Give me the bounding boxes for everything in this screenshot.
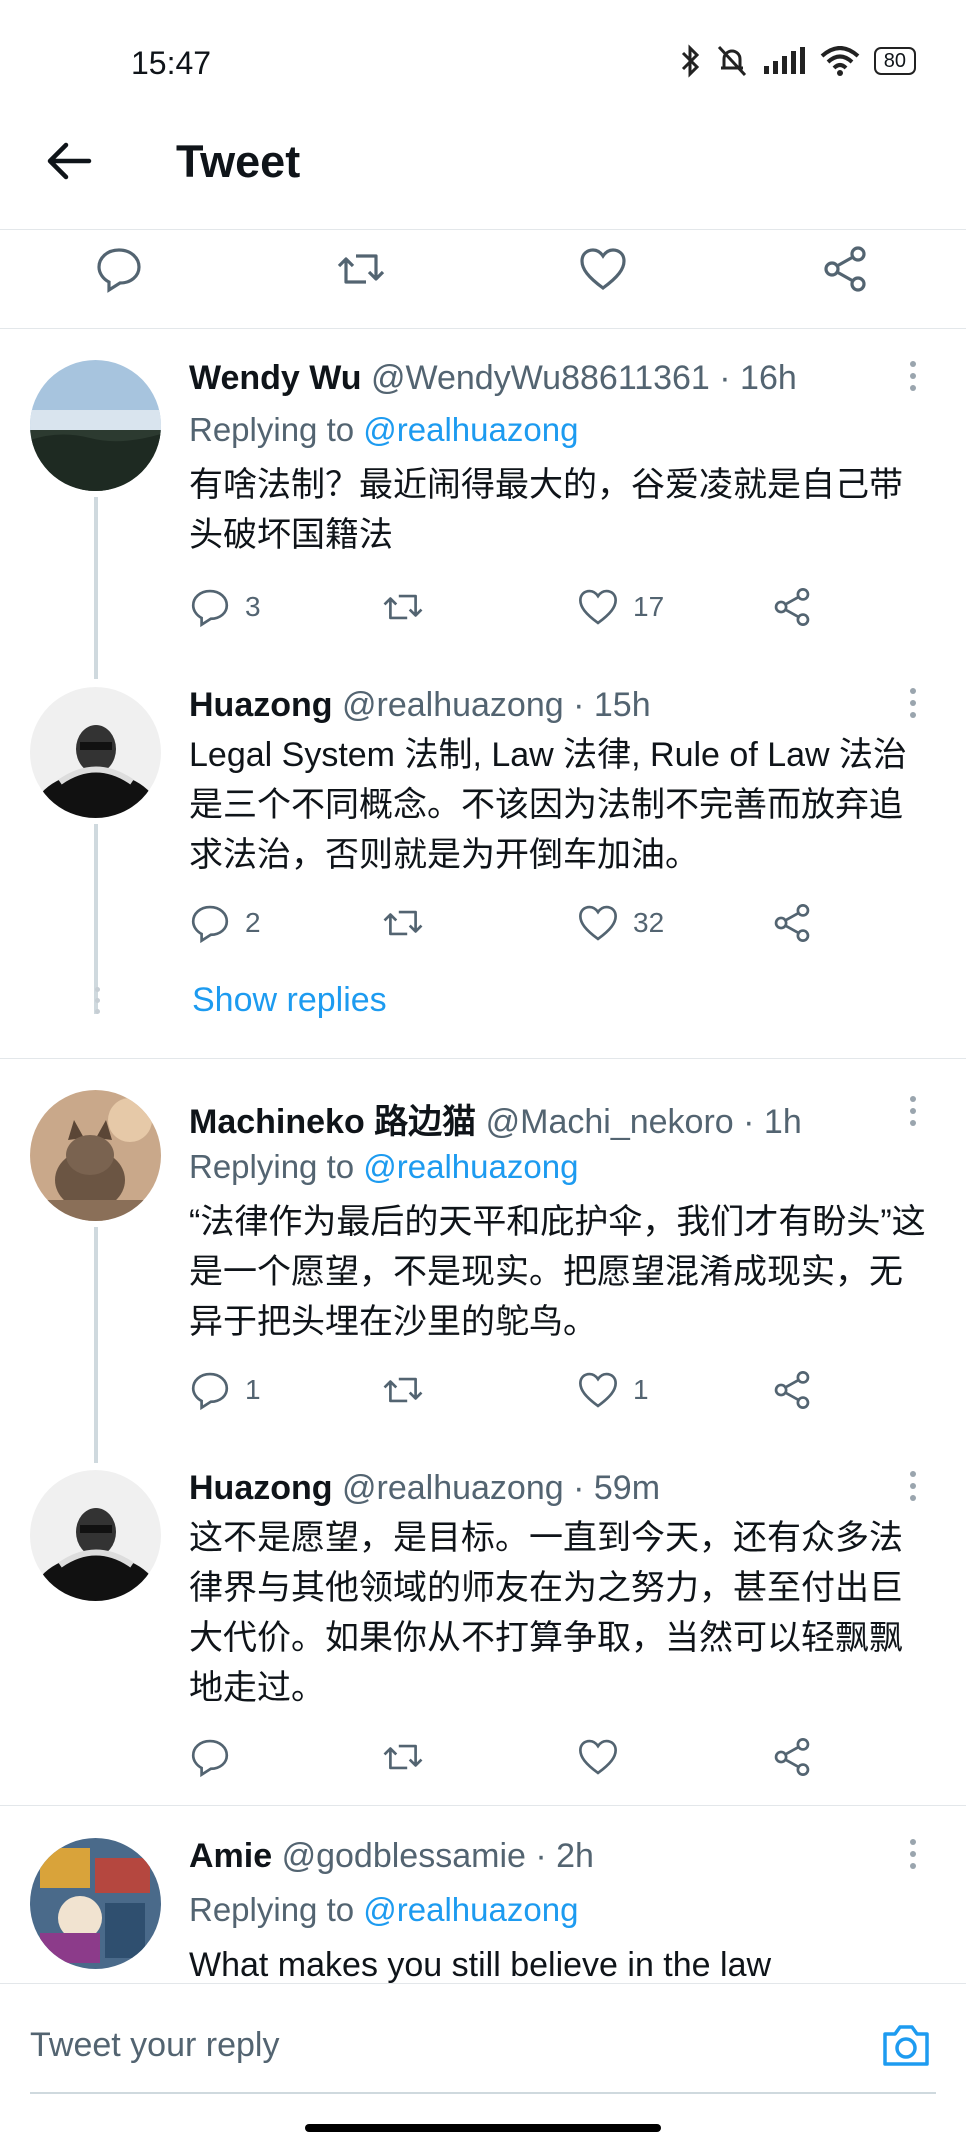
replying-to: Replying to @realhuazong [189,411,579,448]
composer-underline [30,2092,936,2094]
mention-link[interactable]: @realhuazong [363,1148,578,1185]
share-icon [774,904,810,942]
handle-time[interactable]: @godblessamie · 2h [282,1837,594,1875]
avatar[interactable] [30,1090,161,1221]
avatar[interactable] [30,1470,161,1601]
avatar[interactable] [30,687,161,818]
reply-icon [191,1739,229,1778]
mention-link[interactable]: @realhuazong [363,411,578,448]
like-icon [579,1739,617,1775]
status-icons: 80 [680,44,916,78]
like-icon [579,1372,617,1408]
tweet-header: Machineko 路边猫 @Machi_nekoro · 1h [189,1094,802,1143]
tweet-header: Huazong @realhuazong · 59m [189,1469,660,1508]
like-button[interactable]: 32 [577,902,664,944]
like-icon [579,589,617,625]
handle-time[interactable]: @realhuazong · 15h [342,686,651,724]
share-button[interactable] [771,902,813,944]
retweet-icon [383,594,423,620]
mention-link[interactable]: @realhuazong [363,1891,578,1928]
retweet-button[interactable] [382,902,438,944]
thread-continuation-dots [93,987,101,1020]
display-name[interactable]: Amie [189,1837,272,1875]
display-name[interactable]: Wendy Wu [189,359,362,397]
retweet-button[interactable] [382,1369,438,1411]
handle-time[interactable]: @Machi_nekoro · 1h [486,1103,802,1141]
retweet-button[interactable] [382,1736,438,1778]
home-indicator[interactable] [305,2124,661,2132]
thread-line [94,1227,98,1463]
reply-button[interactable]: 3 [189,586,261,628]
retweet-icon [383,1744,423,1770]
share-icon[interactable] [820,244,870,294]
handle-time[interactable]: @realhuazong · 59m [342,1469,660,1507]
thread-line [94,824,98,1014]
share-icon [774,1738,810,1776]
tweet-divider [0,1805,966,1806]
action-bar-divider [0,328,966,329]
retweet-icon [383,1377,423,1403]
tweet-header: Wendy Wu @WendyWu88611361 · 16h [189,359,797,398]
more-options-icon[interactable] [908,1096,918,1132]
share-button[interactable] [771,1369,813,1411]
avatar[interactable] [30,360,161,491]
header-divider [0,229,966,230]
camera-icon[interactable] [879,2018,933,2072]
reply-icon [191,589,229,628]
share-icon [774,1371,810,1409]
more-options-icon[interactable] [908,1471,918,1507]
share-button[interactable] [771,586,813,628]
reply-count: 3 [245,591,261,622]
display-name[interactable]: Machineko 路边猫 [189,1103,476,1141]
reply-count: 2 [245,907,261,938]
tweet-text: 有啥法制？最近闹得最大的，谷爱凌就是自己带头破坏国籍法 [189,466,903,554]
like-icon[interactable] [578,244,628,294]
tweet-header: Huazong @realhuazong · 15h [189,686,651,725]
signal-icon [763,47,805,74]
wifi-icon [820,46,860,76]
tweet-text: Legal System 法制, Law 法律, Rule of Law 法治 … [189,736,908,874]
reply-button[interactable]: 2 [189,902,261,944]
bell-muted-icon [717,45,746,77]
like-icon [579,905,617,941]
reply-input[interactable]: Tweet your reply [30,2026,279,2065]
status-time: 15:47 [131,45,212,81]
more-options-icon[interactable] [908,361,918,397]
reply-icon [191,1372,229,1411]
share-icon [774,588,810,626]
display-name[interactable]: Huazong [189,686,333,724]
tweet-text: “法律作为最后的天平和庇护伞，我们才有盼头”这是一个愿望，不是现实。把愿望混淆成… [189,1203,926,1341]
retweet-button[interactable] [382,586,438,628]
like-count: 32 [633,907,665,938]
tweet-header: Amie @godblessamie · 2h [189,1837,594,1876]
reply-button[interactable]: 1 [189,1369,261,1411]
replying-to: Replying to @realhuazong [189,1148,579,1185]
tweet-divider [0,1058,966,1059]
retweet-icon [383,910,423,936]
reply-icon[interactable] [94,244,144,294]
share-button[interactable] [771,1736,813,1778]
like-button[interactable]: 1 [577,1369,649,1411]
like-button[interactable] [577,1736,633,1778]
like-button[interactable]: 17 [577,586,664,628]
display-name[interactable]: Huazong [189,1469,333,1507]
tweet-text: 这不是愿望，是目标。一直到今天，还有众多法律界与其他领域的师友在为之努力，甚至付… [189,1519,903,1707]
back-arrow-icon[interactable] [44,136,94,186]
reply-icon [191,905,229,944]
handle-time[interactable]: @WendyWu88611361 · 16h [371,359,797,397]
battery-indicator: 80 [873,47,916,75]
bluetooth-icon [681,44,699,78]
like-count: 17 [633,591,665,622]
like-count: 1 [633,1374,649,1405]
replying-to: Replying to @realhuazong [189,1891,579,1928]
avatar[interactable] [30,1838,161,1969]
show-replies-link[interactable]: Show replies [192,981,387,1020]
reply-count: 1 [245,1374,261,1405]
more-options-icon[interactable] [908,688,918,724]
thread-line [94,497,98,679]
reply-button[interactable] [189,1736,245,1778]
retweet-icon[interactable] [336,244,386,294]
more-options-icon[interactable] [908,1839,918,1875]
page-title: Tweet [176,136,301,187]
